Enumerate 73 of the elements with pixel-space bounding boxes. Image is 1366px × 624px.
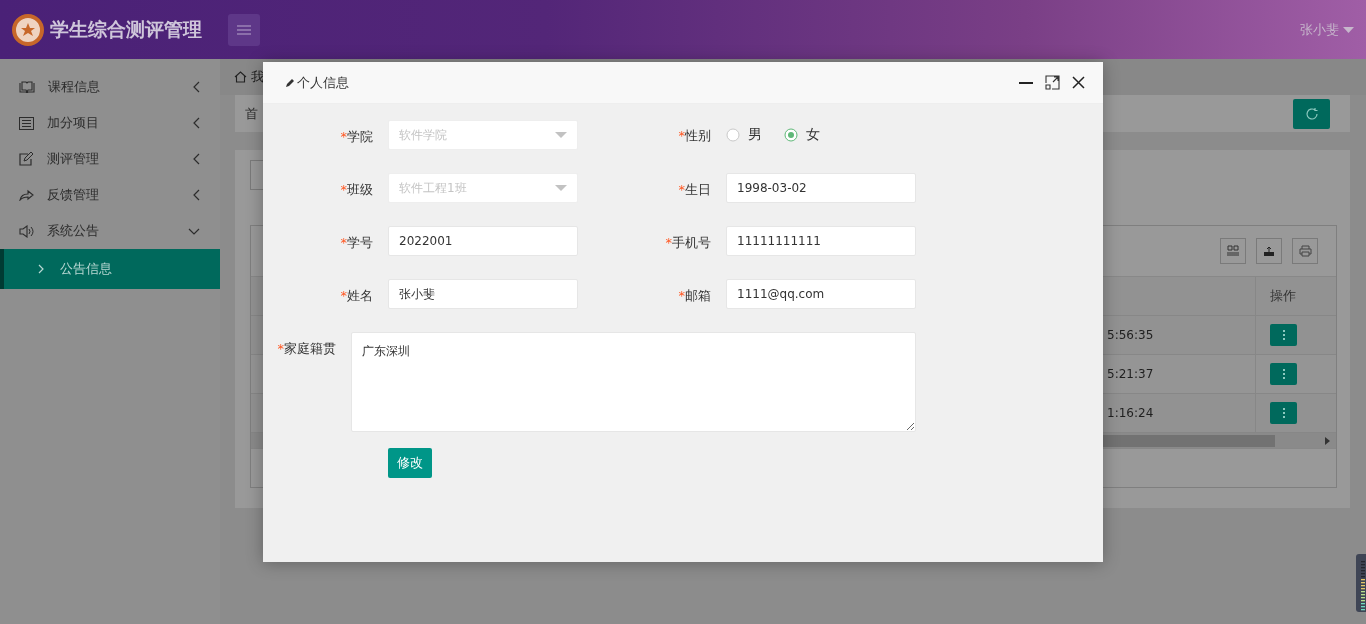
field-label: *生日	[677, 181, 711, 199]
field-label: *手机号	[664, 234, 711, 252]
chevron-right-icon	[38, 264, 44, 274]
radio-unchecked[interactable]	[726, 128, 740, 142]
minimize-icon	[1019, 81, 1033, 84]
scroll-right-icon[interactable]	[1325, 436, 1330, 445]
chevron-left-icon	[193, 153, 200, 165]
menu-button[interactable]	[228, 13, 260, 46]
submit-button[interactable]: 修改	[388, 448, 432, 478]
app-title: 学生综合测评管理	[50, 16, 202, 42]
maximize-icon	[1044, 75, 1060, 90]
table-cell: 1:16:24	[1107, 406, 1154, 420]
pencil-icon	[285, 77, 295, 88]
user-name[interactable]: 张小斐	[1300, 20, 1339, 39]
radio-checked[interactable]	[784, 128, 798, 142]
sidebar-item[interactable]: 系统公告	[0, 213, 220, 249]
book-icon	[19, 81, 35, 93]
more-button[interactable]	[1270, 402, 1297, 424]
edit-icon	[19, 152, 34, 166]
field-label: *学院	[339, 128, 373, 146]
grid-icon	[1227, 245, 1239, 257]
refresh-button[interactable]	[1293, 98, 1330, 129]
field-label: *性别	[677, 127, 711, 145]
field-label: *班级	[339, 181, 373, 199]
text-field[interactable]: 张小斐	[388, 279, 578, 309]
text-field[interactable]: 11111111111	[726, 226, 916, 256]
columns-button[interactable]	[1220, 238, 1246, 264]
sidebar-subitem[interactable]: 公告信息	[0, 249, 220, 289]
print-icon	[1298, 245, 1312, 257]
speaker-icon	[19, 224, 34, 238]
maximize-button[interactable]	[1043, 73, 1061, 92]
share-icon	[19, 189, 34, 201]
field-label: *学号	[339, 234, 373, 252]
chevron-left-icon	[193, 117, 200, 129]
more-button[interactable]	[1270, 324, 1297, 346]
list-icon	[19, 116, 34, 130]
chevron-left-icon	[193, 189, 200, 201]
sidebar-item[interactable]: 测评管理	[0, 141, 220, 177]
sidebar-item[interactable]: 加分项目	[0, 105, 220, 141]
menu-icon	[237, 24, 251, 35]
chevron-down-icon	[188, 227, 200, 235]
export-icon	[1263, 245, 1275, 257]
field-label: *姓名	[339, 287, 373, 305]
tab[interactable]: 首	[245, 104, 258, 123]
chevron-left-icon	[193, 81, 200, 93]
close-icon	[1071, 76, 1085, 89]
radio-label: 男	[748, 126, 762, 144]
text-area[interactable]: 广东深圳	[351, 332, 916, 432]
refresh-icon	[1304, 106, 1319, 121]
field-label: *邮箱	[677, 287, 711, 305]
logo-icon	[12, 13, 44, 46]
dropdown-caret-icon	[555, 185, 567, 191]
text-field[interactable]: 2022001	[388, 226, 578, 256]
sidebar-item[interactable]: 反馈管理	[0, 177, 220, 213]
print-button[interactable]	[1292, 238, 1318, 264]
more-button[interactable]	[1270, 363, 1297, 385]
export-button[interactable]	[1256, 238, 1282, 264]
more-icon	[1282, 369, 1285, 379]
column-header: 操作	[1269, 287, 1297, 305]
level-meter-drawing[interactable]	[1356, 554, 1366, 612]
sidebar-item[interactable]: 课程信息	[0, 69, 220, 105]
radio-label: 女	[806, 126, 820, 144]
home-icon	[234, 71, 247, 83]
breadcrumb-text[interactable]: 我	[251, 68, 264, 86]
text-field[interactable]: 1998-03-02	[726, 173, 916, 203]
table-cell: 5:21:37	[1107, 367, 1154, 381]
more-icon	[1282, 408, 1285, 418]
text-field[interactable]: 1111@qq.com	[726, 279, 916, 309]
more-icon	[1282, 330, 1285, 340]
caret-icon	[1343, 26, 1354, 33]
field-label: *家庭籍贯	[276, 340, 336, 358]
table-cell: 5:56:35	[1107, 328, 1154, 342]
dialog-title: 个人信息	[297, 73, 349, 92]
